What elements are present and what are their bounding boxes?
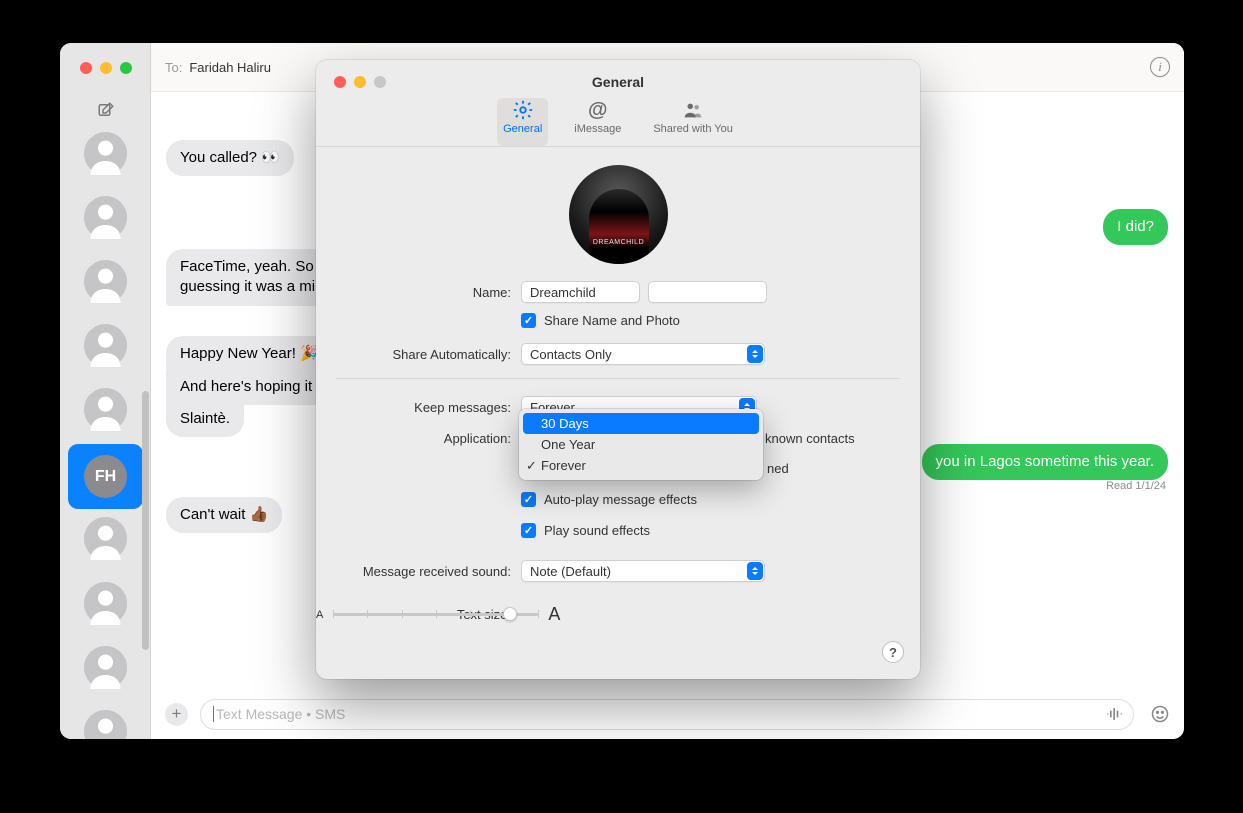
sound-effects-label: Play sound effects <box>544 523 650 538</box>
sidebar-scrollbar[interactable] <box>142 391 149 650</box>
zoom-button[interactable] <box>120 62 132 74</box>
contact-avatar[interactable] <box>84 582 127 625</box>
message-in: And here's hoping it <box>166 369 326 405</box>
minimize-button[interactable] <box>100 62 112 74</box>
sidebar: FH <box>60 43 151 739</box>
textsize-row: Text size: A A <box>316 607 920 622</box>
small-a: A <box>316 609 323 621</box>
name-row: Name: Dreamchild <box>316 281 920 303</box>
gear-icon <box>512 99 534 121</box>
autoplay-row[interactable]: ✓ Auto-play message effects <box>316 492 697 507</box>
app-text-partial: known contacts <box>765 431 855 446</box>
help-button[interactable]: ? <box>882 641 904 663</box>
contact-avatar[interactable] <box>84 388 127 431</box>
message-out: I did? <box>1103 209 1168 245</box>
message-in: You called? 👀 <box>166 140 294 176</box>
compose-icon[interactable] <box>97 101 115 119</box>
message-in: FaceTime, yeah. Soguessing it was a mi <box>166 249 329 306</box>
profile-avatar[interactable]: DREAMCHILD <box>569 165 668 264</box>
compose-row: + Text Message • SMS <box>151 689 1184 739</box>
dropdown-item-forever[interactable]: ✓Forever <box>519 455 763 476</box>
sound-label: Message received sound: <box>316 564 521 579</box>
keep-messages-dropdown: 30 Days One Year ✓Forever <box>519 409 763 480</box>
prefs-tabs: General @ iMessage Shared with You <box>316 98 920 147</box>
application-label: Application: <box>316 431 521 446</box>
share-auto-row: Share Automatically: Contacts Only <box>316 343 920 365</box>
checkbox-icon: ✓ <box>521 492 536 507</box>
textsize-slider[interactable]: A A <box>316 604 560 625</box>
first-name-input[interactable]: Dreamchild <box>521 281 640 303</box>
contact-avatar[interactable] <box>84 517 127 560</box>
share-auto-label: Share Automatically: <box>316 347 521 362</box>
contact-avatar[interactable] <box>84 196 127 239</box>
info-icon[interactable]: i <box>1150 57 1170 77</box>
window-controls <box>80 62 132 74</box>
app-text-partial: ned <box>767 461 789 476</box>
read-receipt: Read 1/1/24 <box>1106 480 1166 492</box>
contact-avatar[interactable] <box>84 132 127 175</box>
at-icon: @ <box>587 99 609 121</box>
tab-imessage[interactable]: @ iMessage <box>568 98 627 146</box>
recipient-name[interactable]: Faridah Haliru <box>189 60 271 75</box>
dropdown-item-oneyear[interactable]: One Year <box>519 434 763 455</box>
emoji-icon[interactable] <box>1150 704 1170 724</box>
sound-select[interactable]: Note (Default) <box>521 560 765 582</box>
contact-avatar[interactable] <box>84 646 127 689</box>
checkbox-icon: ✓ <box>521 523 536 538</box>
tab-label: iMessage <box>574 123 621 135</box>
keep-messages-label: Keep messages: <box>316 400 521 415</box>
contact-avatar[interactable] <box>84 324 127 367</box>
checkbox-icon: ✓ <box>521 313 536 328</box>
chevron-updown-icon <box>747 562 763 580</box>
share-name-label: Share Name and Photo <box>544 313 680 328</box>
name-label: Name: <box>316 285 521 300</box>
preferences-window: General General @ iMessage Shared with Y… <box>316 60 920 679</box>
close-button[interactable] <box>80 62 92 74</box>
chevron-updown-icon <box>747 345 763 363</box>
waveform-icon[interactable] <box>1105 704 1125 724</box>
share-auto-select[interactable]: Contacts Only <box>521 343 765 365</box>
message-in: Can't wait 👍🏾 <box>166 497 282 533</box>
contact-avatar[interactable] <box>84 710 127 739</box>
to-label: To: <box>165 60 182 75</box>
last-name-input[interactable] <box>648 281 767 303</box>
contact-initials: FH <box>84 455 127 498</box>
sound-effects-row[interactable]: ✓ Play sound effects <box>316 523 650 538</box>
contact-avatar[interactable] <box>84 260 127 303</box>
message-placeholder: Text Message • SMS <box>213 706 345 722</box>
autoplay-label: Auto-play message effects <box>544 492 697 507</box>
message-in: Slaintè. <box>166 401 244 437</box>
tab-shared[interactable]: Shared with You <box>647 98 739 146</box>
tab-label: General <box>503 123 542 135</box>
message-in: Happy New Year! 🎉 <box>166 336 333 372</box>
big-a: A <box>548 604 560 625</box>
share-name-row[interactable]: ✓ Share Name and Photo <box>316 313 680 328</box>
message-out: you in Lagos sometime this year. <box>922 444 1168 480</box>
shared-icon <box>682 99 704 121</box>
add-button[interactable]: + <box>165 703 188 726</box>
dropdown-item-30days[interactable]: 30 Days <box>523 413 759 434</box>
slider-knob[interactable] <box>503 607 517 621</box>
check-icon: ✓ <box>526 458 537 474</box>
prefs-title: General <box>316 74 920 90</box>
divider <box>336 378 900 379</box>
tab-label: Shared with You <box>653 123 733 135</box>
tab-general[interactable]: General <box>497 98 548 146</box>
sound-row: Message received sound: Note (Default) <box>316 560 920 582</box>
contact-selected[interactable]: FH <box>68 444 143 509</box>
message-input[interactable]: Text Message • SMS <box>200 699 1134 730</box>
